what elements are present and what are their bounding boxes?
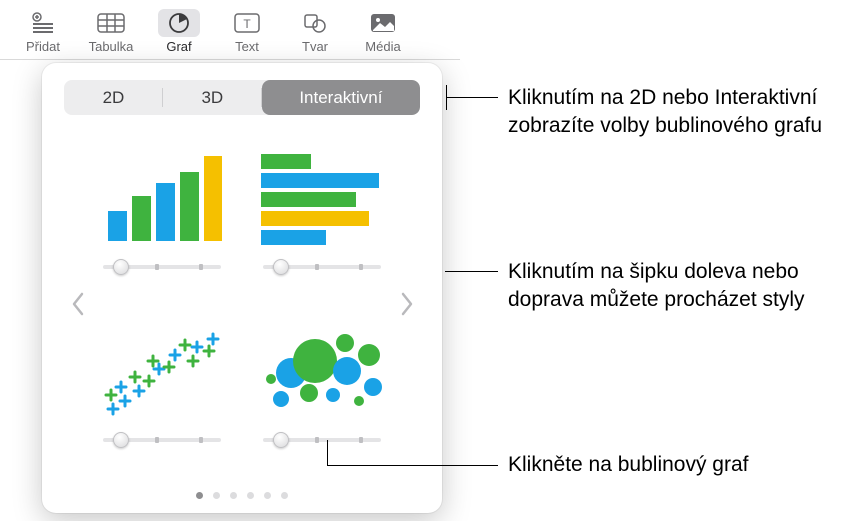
- tool-table[interactable]: Tabulka: [80, 5, 142, 54]
- page-indicator: [42, 492, 442, 499]
- chart-thumbs-grid: [91, 135, 393, 473]
- bar-chart-thumb: [257, 143, 387, 253]
- chart-styles-area: [64, 135, 420, 473]
- tab-3d[interactable]: 3D: [163, 80, 262, 115]
- tab-label: 2D: [103, 88, 125, 108]
- callout-text-arrow: Kliknutím na šipku doleva nebo doprava m…: [508, 258, 828, 315]
- pie-chart-icon: [158, 9, 200, 37]
- scatter-chart-option[interactable]: [91, 308, 233, 473]
- style-slider[interactable]: [103, 261, 221, 273]
- page-dot[interactable]: [247, 492, 254, 499]
- tool-shape[interactable]: Tvar: [284, 5, 346, 54]
- tool-label: Tabulka: [89, 39, 134, 54]
- tab-2d[interactable]: 2D: [64, 80, 163, 115]
- scatter-chart-thumb: [97, 316, 227, 426]
- tool-label: Přidat: [26, 39, 60, 54]
- add-page-icon: [22, 9, 64, 37]
- column-chart-option[interactable]: [91, 135, 233, 300]
- svg-text:T: T: [243, 17, 251, 31]
- tab-label: 3D: [201, 88, 223, 108]
- tool-add[interactable]: Přidat: [12, 5, 74, 54]
- tool-label: Média: [365, 39, 400, 54]
- tool-label: Text: [235, 39, 259, 54]
- bar-chart-option[interactable]: [251, 135, 393, 300]
- page-dot[interactable]: [196, 492, 203, 499]
- tool-chart[interactable]: Graf: [148, 5, 210, 54]
- page-dot[interactable]: [230, 492, 237, 499]
- style-slider[interactable]: [263, 434, 381, 446]
- tool-label: Graf: [166, 39, 191, 54]
- page-dot[interactable]: [264, 492, 271, 499]
- callout-text-tabs: Kliknutím na 2D nebo Interaktivní zobraz…: [508, 84, 838, 141]
- chevron-left-icon: [70, 290, 86, 318]
- media-icon: [362, 9, 404, 37]
- next-style-arrow[interactable]: [393, 269, 420, 339]
- bubble-chart-thumb: [257, 316, 387, 426]
- prev-style-arrow[interactable]: [64, 269, 91, 339]
- chevron-right-icon: [399, 290, 415, 318]
- tab-label: Interaktivní: [299, 88, 382, 108]
- textbox-icon: T: [226, 9, 268, 37]
- tool-text[interactable]: T Text: [216, 5, 278, 54]
- column-chart-thumb: [97, 143, 227, 253]
- toolbar: Přidat Tabulka Graf: [0, 0, 460, 60]
- chart-picker-popover: 2D 3D Interaktivní: [42, 63, 442, 513]
- table-icon: [90, 9, 132, 37]
- callout-text-bubble: Klikněte na bublinový graf: [508, 451, 838, 479]
- style-slider[interactable]: [103, 434, 221, 446]
- tab-interactive[interactable]: Interaktivní: [262, 80, 420, 115]
- page-dot[interactable]: [281, 492, 288, 499]
- bubble-chart-option[interactable]: [251, 308, 393, 473]
- tool-media[interactable]: Média: [352, 5, 414, 54]
- tool-label: Tvar: [302, 39, 328, 54]
- page-dot[interactable]: [213, 492, 220, 499]
- style-slider[interactable]: [263, 261, 381, 273]
- chart-type-segmented-control: 2D 3D Interaktivní: [64, 80, 420, 115]
- shape-icon: [294, 9, 336, 37]
